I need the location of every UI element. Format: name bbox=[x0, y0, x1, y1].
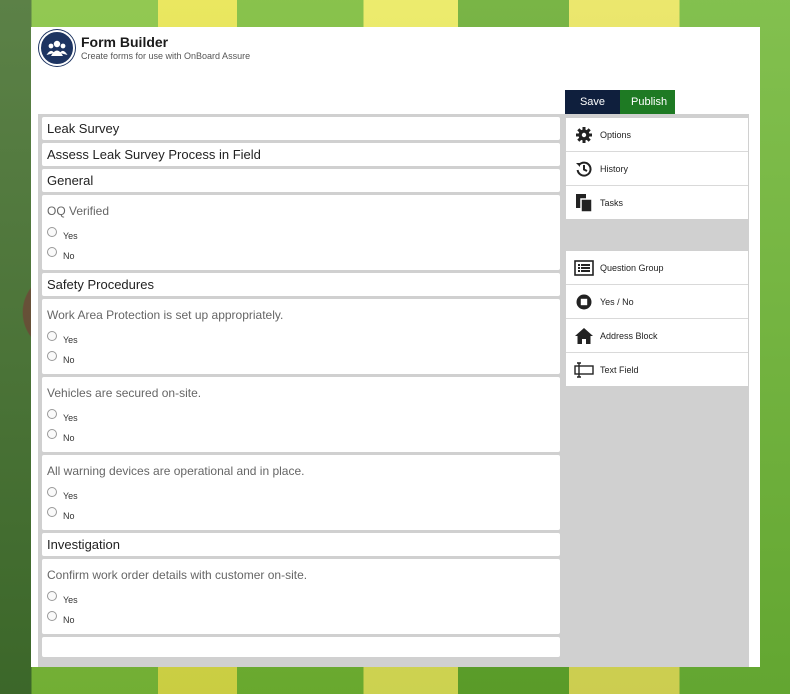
sidebar-item-label: History bbox=[600, 163, 629, 174]
question-text: OQ Verified bbox=[47, 204, 110, 218]
option-no[interactable]: No bbox=[47, 610, 555, 630]
list-icon bbox=[574, 258, 594, 278]
sidebar-menu: Options History Tasks bbox=[566, 118, 748, 219]
form-builder-panel: Form Builder Create forms for use with O… bbox=[31, 27, 760, 667]
app-title: Form Builder bbox=[81, 34, 169, 50]
radio-button[interactable] bbox=[47, 351, 57, 361]
option-yes[interactable]: Yes bbox=[47, 590, 555, 610]
home-icon bbox=[574, 326, 594, 346]
component-label: Text Field bbox=[600, 364, 639, 375]
radio-button[interactable] bbox=[47, 429, 57, 439]
save-button[interactable]: Save bbox=[565, 90, 620, 114]
question-text: Vehicles are secured on-site. bbox=[47, 386, 202, 400]
sidebar-item-history[interactable]: History bbox=[566, 152, 748, 186]
question-block[interactable] bbox=[42, 637, 560, 657]
component-address-block[interactable]: Address Block bbox=[566, 319, 748, 353]
text-field-icon bbox=[574, 360, 594, 380]
radio-button[interactable] bbox=[47, 331, 57, 341]
sidebar-item-options[interactable]: Options bbox=[566, 118, 748, 152]
history-icon bbox=[574, 159, 594, 179]
section-title-general[interactable]: General bbox=[42, 169, 560, 192]
option-no[interactable]: No bbox=[47, 428, 555, 448]
tasks-icon bbox=[574, 193, 594, 213]
sidebar-item-tasks[interactable]: Tasks bbox=[566, 186, 748, 219]
radio-button[interactable] bbox=[47, 507, 57, 517]
radio-button[interactable] bbox=[47, 611, 57, 621]
option-yes[interactable]: Yes bbox=[47, 408, 555, 428]
question-text: Confirm work order details with customer… bbox=[47, 568, 308, 582]
sidebar-item-label: Options bbox=[600, 129, 632, 140]
option-no[interactable]: No bbox=[47, 246, 555, 266]
question-block[interactable]: Work Area Protection is set up appropria… bbox=[42, 299, 560, 374]
component-text-field[interactable]: Text Field bbox=[566, 353, 748, 386]
builder-workarea: Leak Survey Assess Leak Survey Process i… bbox=[38, 114, 749, 667]
question-block[interactable]: Vehicles are secured on-site. Yes No bbox=[42, 377, 560, 452]
option-yes[interactable]: Yes bbox=[47, 486, 555, 506]
sidebar-item-label: Tasks bbox=[600, 197, 624, 208]
form-title[interactable]: Leak Survey bbox=[42, 117, 560, 140]
option-yes[interactable]: Yes bbox=[47, 330, 555, 350]
component-question-group[interactable]: Question Group bbox=[566, 251, 748, 285]
section-title-safety[interactable]: Safety Procedures bbox=[42, 273, 560, 296]
question-block[interactable]: All warning devices are operational and … bbox=[42, 455, 560, 530]
app-header: Form Builder Create forms for use with O… bbox=[39, 30, 251, 66]
component-label: Question Group bbox=[600, 262, 664, 273]
radio-button[interactable] bbox=[47, 247, 57, 257]
component-yes-no[interactable]: Yes / No bbox=[566, 285, 748, 319]
component-label: Yes / No bbox=[600, 296, 634, 307]
radio-button[interactable] bbox=[47, 487, 57, 497]
section-title-investigation[interactable]: Investigation bbox=[42, 533, 560, 556]
toolbar: Save Publish bbox=[565, 90, 675, 114]
option-no[interactable]: No bbox=[47, 350, 555, 370]
radio-button[interactable] bbox=[47, 409, 57, 419]
question-text: Work Area Protection is set up appropria… bbox=[47, 308, 284, 322]
question-text: All warning devices are operational and … bbox=[47, 464, 305, 478]
option-yes[interactable]: Yes bbox=[47, 226, 555, 246]
form-canvas: Leak Survey Assess Leak Survey Process i… bbox=[42, 117, 560, 660]
publish-button[interactable]: Publish bbox=[620, 90, 675, 114]
sidebar: Options History Tasks Question Group Yes… bbox=[566, 118, 748, 418]
question-block[interactable]: Confirm work order details with customer… bbox=[42, 559, 560, 634]
option-no[interactable]: No bbox=[47, 506, 555, 526]
radio-button[interactable] bbox=[47, 227, 57, 237]
radio-button[interactable] bbox=[47, 591, 57, 601]
question-block[interactable]: OQ Verified Yes No bbox=[42, 195, 560, 270]
logo-icon bbox=[39, 30, 75, 66]
app-subtitle: Create forms for use with OnBoard Assure bbox=[81, 51, 251, 61]
component-label: Address Block bbox=[600, 330, 658, 341]
gear-icon bbox=[574, 125, 594, 145]
component-palette: Question Group Yes / No Address Block Te… bbox=[566, 251, 748, 386]
form-description[interactable]: Assess Leak Survey Process in Field bbox=[42, 143, 560, 166]
stop-circle-icon bbox=[574, 292, 594, 312]
